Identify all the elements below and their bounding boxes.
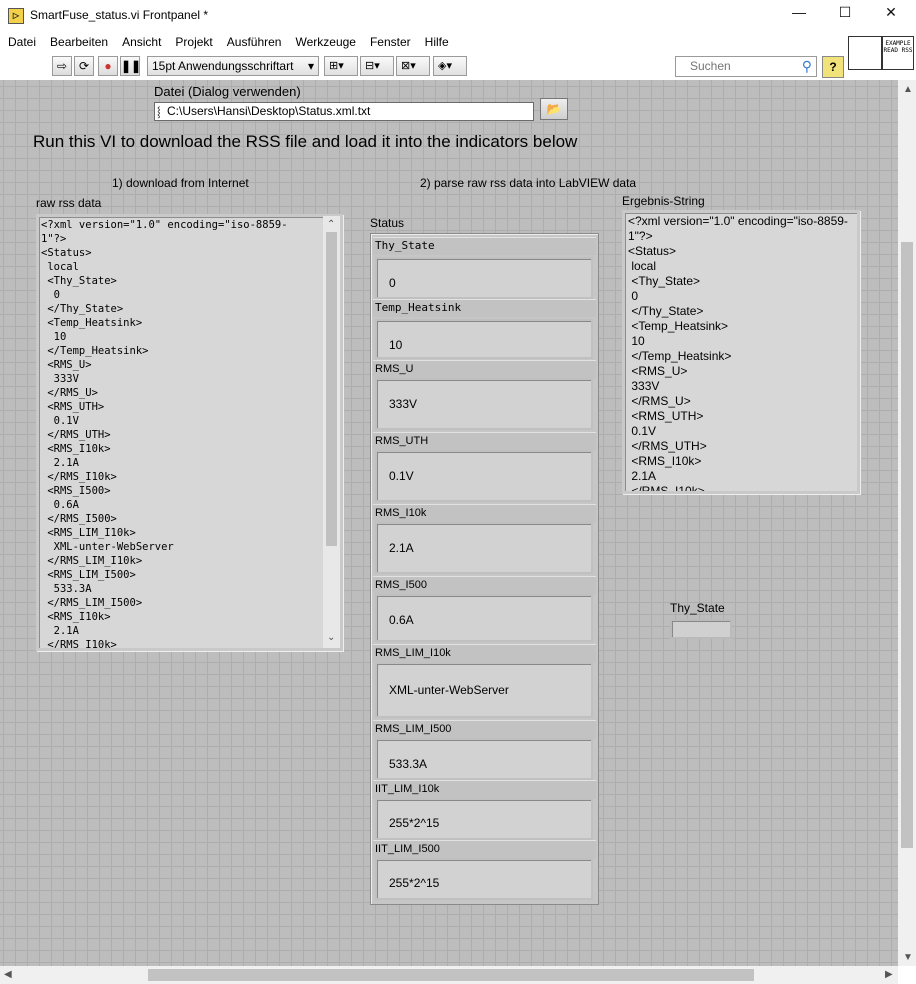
- toolbar: ⇨ ⟳ ● ❚❚ 15pt Anwendungsschriftart ▾ ⊞▾ ⊟…: [0, 54, 848, 80]
- status-item-value[interactable]: 533.3A: [375, 738, 593, 780]
- labview-app-icon: ▷: [8, 8, 24, 24]
- step2-label: 2) parse raw rss data into LabVIEW data: [420, 176, 637, 190]
- menu-bearbeiten[interactable]: Bearbeiten: [42, 32, 114, 52]
- maximize-button[interactable]: ☐: [822, 0, 868, 28]
- thy-state-indicator[interactable]: [670, 619, 732, 639]
- minimize-button[interactable]: —: [776, 0, 822, 28]
- align-objects-icon[interactable]: ⊞▾: [324, 56, 358, 76]
- horizontal-scroll-thumb[interactable]: [148, 969, 754, 981]
- status-item-label: RMS_U: [373, 360, 596, 378]
- vi-icon[interactable]: EXAMPLE READ RSS: [882, 36, 914, 70]
- thy-state-label: Thy_State: [670, 601, 725, 615]
- result-string-label: Ergebnis-String: [622, 194, 705, 208]
- reorder-icon[interactable]: ◈▾: [433, 56, 467, 76]
- folder-icon: 📂: [546, 102, 562, 116]
- vertical-scroll-thumb[interactable]: [901, 242, 913, 848]
- status-item-value[interactable]: 333V: [375, 378, 593, 430]
- pause-icon[interactable]: ❚❚: [120, 56, 141, 76]
- file-path-label: Datei (Dialog verwenden): [154, 84, 301, 99]
- status-item-label: Thy_State: [373, 237, 596, 255]
- status-item-value[interactable]: 255*2^15: [375, 798, 593, 840]
- scroll-right-icon[interactable]: ▶: [885, 969, 893, 980]
- raw-rss-label: raw rss data: [36, 196, 102, 210]
- status-item-value[interactable]: 255*2^15: [375, 858, 593, 900]
- search-icon[interactable]: ⚲: [802, 58, 812, 75]
- status-item-label: RMS_UTH: [373, 432, 596, 450]
- run-arrow-icon[interactable]: ⇨: [52, 56, 72, 76]
- status-item-label: Temp_Heatsink: [373, 299, 596, 317]
- chevron-down-icon: ▾: [307, 59, 314, 73]
- scroll-up-icon[interactable]: ▲: [903, 84, 913, 95]
- status-item-label: RMS_LIM_I10k: [373, 644, 596, 662]
- status-item-label: RMS_I10k: [373, 504, 596, 522]
- menu-fenster[interactable]: Fenster: [362, 32, 417, 52]
- status-item-value[interactable]: XML-unter-WebServer: [375, 662, 593, 718]
- status-item-label: IIT_LIM_I500: [373, 840, 596, 858]
- status-item-label: RMS_LIM_I500: [373, 720, 596, 738]
- menu-hilfe[interactable]: Hilfe: [417, 32, 455, 52]
- font-select[interactable]: 15pt Anwendungsschriftart ▾: [147, 56, 319, 76]
- window-title: SmartFuse_status.vi Frontpanel *: [30, 8, 209, 22]
- raw-scroll-down-icon[interactable]: ⌄: [327, 632, 335, 643]
- status-item-value[interactable]: 10: [375, 319, 593, 359]
- connector-pane-icon[interactable]: [848, 36, 882, 70]
- result-string-text: <?xml version="1.0" encoding="iso-8859- …: [628, 214, 848, 491]
- abort-icon[interactable]: ●: [98, 56, 118, 76]
- raw-rss-text: <?xml version="1.0" encoding="iso-8859- …: [41, 219, 288, 648]
- menu-ansicht[interactable]: Ansicht: [114, 32, 167, 52]
- resize-objects-icon[interactable]: ⊠▾: [396, 56, 430, 76]
- search-box[interactable]: ⚲: [675, 56, 817, 77]
- browse-folder-button[interactable]: 📂: [540, 98, 568, 120]
- font-select-value: 15pt Anwendungsschriftart: [152, 59, 294, 73]
- menu-bar: Datei Bearbeiten Ansicht Projekt Ausführen We…: [0, 32, 848, 52]
- instructions-text: Run this VI to download the RSS file and…: [33, 132, 578, 151]
- file-path-input[interactable]: C:\Users\Hansi\Desktop\Status.xml.txt: [154, 102, 534, 121]
- distribute-objects-icon[interactable]: ⊟▾: [360, 56, 394, 76]
- status-item-value[interactable]: 0.6A: [375, 594, 593, 642]
- status-item-label: IIT_LIM_I10k: [373, 780, 596, 798]
- close-button[interactable]: ✕: [868, 0, 914, 28]
- status-item-value[interactable]: 0.1V: [375, 450, 593, 502]
- menu-ausfuehren[interactable]: Ausführen: [219, 32, 288, 52]
- search-input[interactable]: [690, 59, 790, 73]
- menu-projekt[interactable]: Projekt: [167, 32, 218, 52]
- menu-datei[interactable]: Datei: [0, 32, 42, 52]
- raw-scroll-up-icon[interactable]: ⌃: [327, 219, 335, 230]
- status-item-value[interactable]: 0: [375, 257, 593, 299]
- scroll-down-icon[interactable]: ▼: [903, 952, 913, 963]
- path-type-icon: ⸾: [157, 107, 161, 118]
- scroll-left-icon[interactable]: ◀: [4, 969, 12, 980]
- status-item-label: RMS_I500: [373, 576, 596, 594]
- status-cluster-label: Status: [370, 216, 405, 230]
- status-item-value[interactable]: 2.1A: [375, 522, 593, 574]
- raw-rss-scroll-thumb[interactable]: [326, 232, 337, 546]
- run-continuously-icon[interactable]: ⟳: [74, 56, 94, 76]
- context-help-button[interactable]: ?: [822, 56, 844, 78]
- step1-label: 1) download from Internet: [112, 176, 249, 190]
- menu-werkzeuge[interactable]: Werkzeuge: [287, 32, 361, 52]
